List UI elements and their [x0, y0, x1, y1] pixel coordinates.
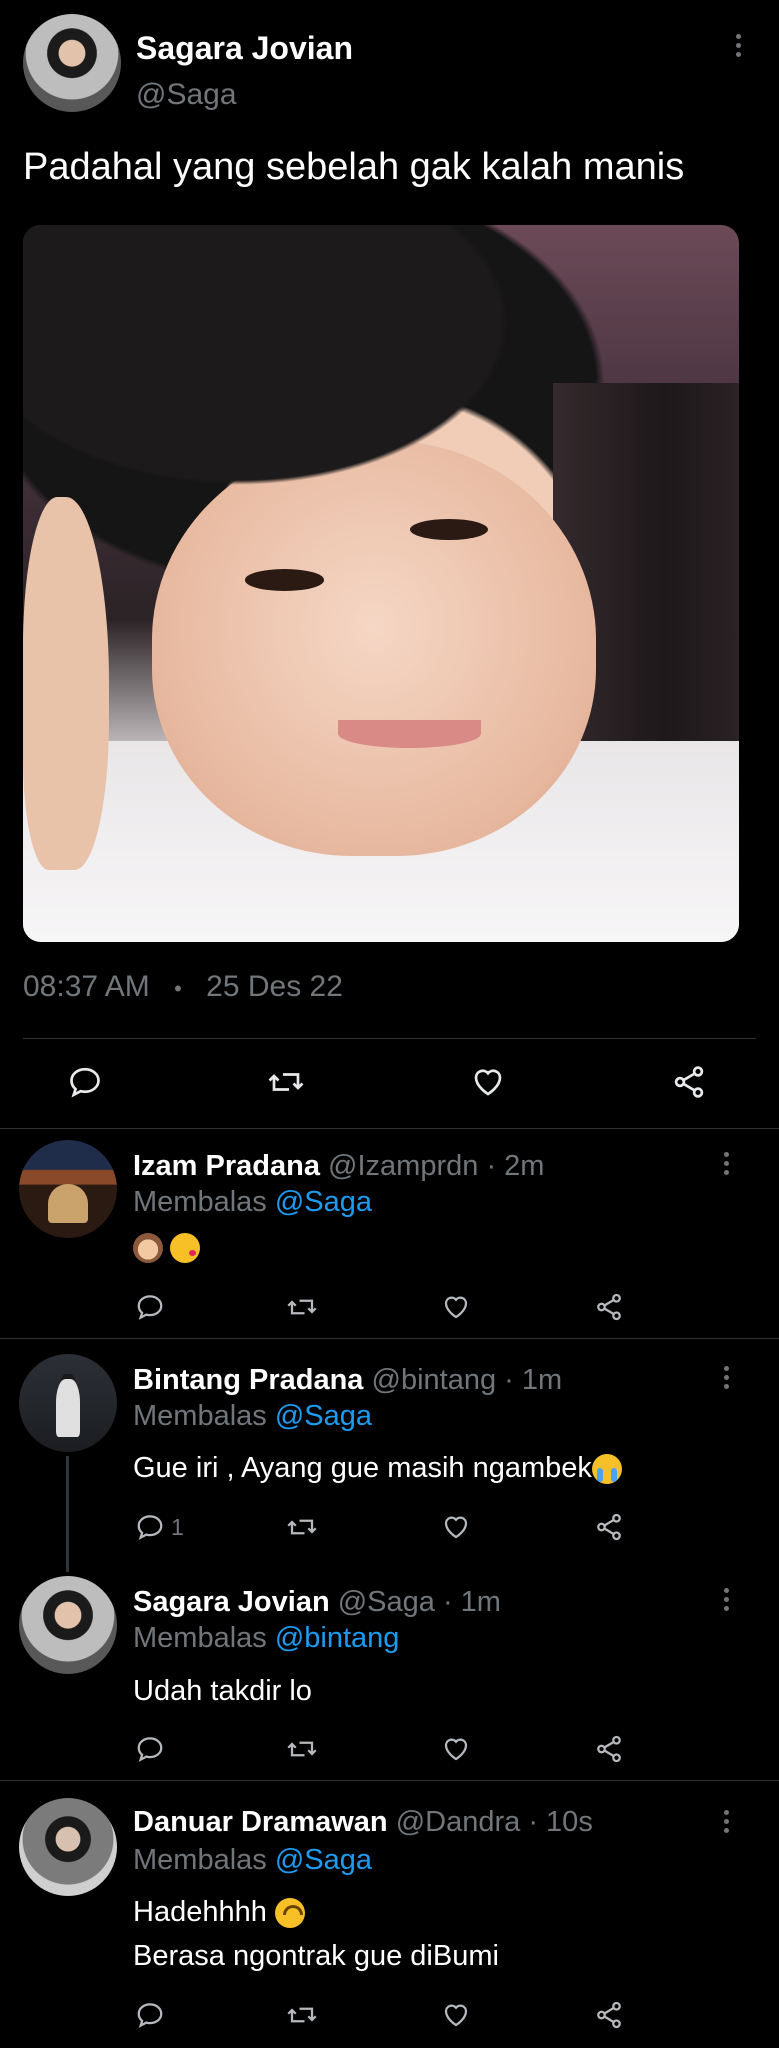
- author-handle[interactable]: @Saga: [136, 78, 237, 112]
- reply-text-line2: Berasa ngontrak gue diBumi: [133, 1940, 499, 1972]
- more-vertical-icon[interactable]: [724, 1366, 730, 1393]
- divider: [0, 1338, 779, 1339]
- divider: [0, 1780, 779, 1781]
- replying-to-label: Membalas: [133, 1400, 267, 1432]
- photo-hand: [23, 497, 109, 871]
- reply-time: · 1m: [504, 1364, 563, 1396]
- tweet-time: 08:37 AM: [23, 970, 150, 1003]
- reply-handle[interactable]: @Dandra: [396, 1806, 521, 1838]
- replying-to: Membalas @Saga: [133, 1844, 372, 1877]
- avatar[interactable]: [23, 14, 121, 112]
- reply-text: Gue iri , Ayang gue masih ngambek: [133, 1452, 622, 1485]
- reply-text: Udah takdir lo: [133, 1675, 312, 1707]
- reply-handle[interactable]: @bintang: [372, 1364, 497, 1396]
- share-icon[interactable]: [593, 1292, 625, 1322]
- share-icon[interactable]: [593, 1734, 625, 1764]
- more-vertical-icon[interactable]: [724, 1810, 730, 1837]
- reply-header: Danuar Dramawan @Dandra · 10s: [133, 1806, 593, 1839]
- tweet-date: 25 Des 22: [206, 970, 343, 1003]
- more-vertical-icon[interactable]: [724, 1588, 730, 1615]
- tweet-photo[interactable]: [23, 225, 739, 942]
- reply-text: Hadehhhh: [133, 1896, 305, 1929]
- photo-hair: [23, 225, 560, 548]
- reply-text-content: Hadehhhh: [133, 1896, 267, 1928]
- reply-icon[interactable]: [67, 1064, 103, 1100]
- replying-to-handle[interactable]: @Saga: [275, 1844, 372, 1876]
- see-no-evil-monkey-emoji: [133, 1233, 163, 1263]
- replying-to-handle[interactable]: @bintang: [275, 1622, 400, 1654]
- reply-header: Izam Pradana @Izamprdn · 2m: [133, 1150, 544, 1183]
- avatar[interactable]: [19, 1354, 117, 1452]
- share-icon[interactable]: [670, 1064, 708, 1100]
- retweet-icon[interactable]: [285, 1292, 319, 1322]
- retweet-icon[interactable]: [285, 1734, 319, 1764]
- replying-to-handle[interactable]: @Saga: [275, 1186, 372, 1218]
- face-blowing-kiss-emoji: [170, 1233, 201, 1263]
- tweet-timestamp[interactable]: 08:37 AM • 25 Des 22: [23, 970, 343, 1004]
- reply-time: · 10s: [528, 1806, 593, 1838]
- reply-text-content: Gue iri , Ayang gue masih ngambek: [133, 1452, 592, 1484]
- reply-icon[interactable]: [135, 1734, 165, 1764]
- replying-to-label: Membalas: [133, 1622, 267, 1654]
- author-display-name[interactable]: Sagara Jovian: [136, 30, 353, 67]
- retweet-icon[interactable]: [285, 2000, 319, 2030]
- tweet-text: Padahal yang sebelah gak kalah manis: [23, 146, 685, 188]
- reply-header: Bintang Pradana @bintang · 1m: [133, 1364, 562, 1397]
- replying-to: Membalas @Saga: [133, 1186, 372, 1219]
- reply-count: 1: [171, 1514, 184, 1540]
- reply-icon[interactable]: [135, 1512, 165, 1542]
- avatar[interactable]: [19, 1140, 117, 1238]
- thread-line: [66, 1456, 69, 1572]
- replying-to-handle[interactable]: @Saga: [275, 1400, 372, 1432]
- avatar[interactable]: [19, 1576, 117, 1674]
- divider: [23, 1038, 756, 1039]
- retweet-icon[interactable]: [266, 1064, 306, 1100]
- divider: [0, 1128, 779, 1129]
- share-icon[interactable]: [593, 1512, 625, 1542]
- share-icon[interactable]: [593, 2000, 625, 2030]
- upside-down-face-emoji: [274, 1898, 305, 1929]
- replying-to-label: Membalas: [133, 1186, 267, 1218]
- reply-text: [133, 1233, 201, 1263]
- reply-icon[interactable]: [135, 2000, 165, 2030]
- like-icon[interactable]: [440, 1292, 472, 1322]
- more-vertical-icon[interactable]: [736, 34, 742, 61]
- replying-to: Membalas @Saga: [133, 1400, 372, 1433]
- avatar[interactable]: [19, 1798, 117, 1896]
- retweet-icon[interactable]: [285, 1512, 319, 1542]
- more-vertical-icon[interactable]: [724, 1152, 730, 1179]
- like-icon[interactable]: [440, 1734, 472, 1764]
- reply-handle[interactable]: @Saga: [338, 1586, 435, 1618]
- reply-display-name[interactable]: Bintang Pradana: [133, 1364, 363, 1396]
- loudly-crying-face-emoji: [591, 1454, 622, 1485]
- reply-handle[interactable]: @Izamprdn: [328, 1150, 478, 1182]
- reply-display-name[interactable]: Sagara Jovian: [133, 1586, 330, 1618]
- reply-header: Sagara Jovian @Saga · 1m: [133, 1586, 501, 1619]
- reply-display-name[interactable]: Danuar Dramawan: [133, 1806, 388, 1838]
- reply-time: · 1m: [442, 1586, 501, 1618]
- like-icon[interactable]: [440, 2000, 472, 2030]
- photo-eye-left: [244, 569, 324, 591]
- meta-separator: •: [174, 976, 182, 1001]
- reply-time: · 2m: [486, 1150, 545, 1182]
- reply-display-name[interactable]: Izam Pradana: [133, 1150, 320, 1182]
- like-icon[interactable]: [440, 1512, 472, 1542]
- reply-icon[interactable]: [135, 1292, 165, 1322]
- replying-to: Membalas @bintang: [133, 1622, 399, 1655]
- like-icon[interactable]: [469, 1064, 507, 1100]
- replying-to-label: Membalas: [133, 1844, 267, 1876]
